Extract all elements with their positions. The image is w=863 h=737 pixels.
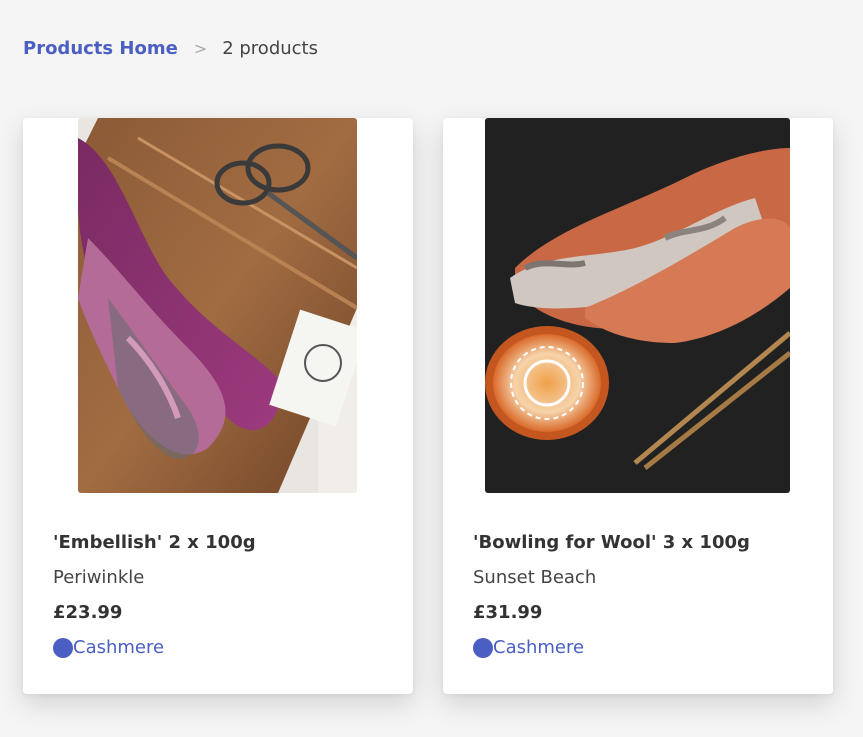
product-variant: Sunset Beach [473,567,597,588]
breadcrumb-home-link[interactable]: Products Home [23,36,178,62]
product-title[interactable]: 'Embellish' 2 x 100g [53,532,256,553]
product-title[interactable]: 'Bowling for Wool' 3 x 100g [473,532,750,553]
product-card[interactable]: 'Embellish' 2 x 100g Periwinkle £23.99 C… [23,118,413,694]
product-card[interactable]: 'Bowling for Wool' 3 x 100g Sunset Beach… [443,118,833,694]
product-tag[interactable]: Cashmere [53,637,164,658]
breadcrumb-separator: > [193,39,208,58]
breadcrumb-product-count: 2 products [222,38,318,59]
tag-dot-icon [473,637,493,658]
breadcrumb: Products Home > 2 products [23,36,318,62]
product-image[interactable] [485,118,790,493]
product-image[interactable] [78,118,357,493]
product-tag[interactable]: Cashmere [473,637,584,658]
tag-dot-icon [53,637,73,658]
product-price: £31.99 [473,602,543,623]
product-tag-label: Cashmere [493,637,585,658]
product-price: £23.99 [53,602,123,623]
product-variant: Periwinkle [53,567,145,588]
product-tag-label: Cashmere [73,637,165,658]
